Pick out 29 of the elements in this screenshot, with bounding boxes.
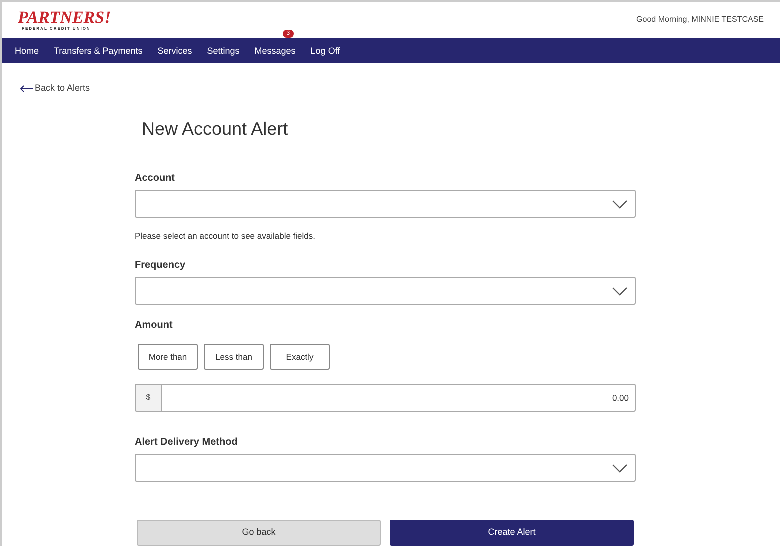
nav-link[interactable]: Transfers & Payments (54, 46, 143, 56)
logo-wordmark: PARTNERS! (18, 8, 112, 26)
chevron-down-icon (612, 200, 628, 209)
back-button[interactable]: Go back (137, 520, 381, 546)
chevron-down-icon (612, 286, 628, 296)
greeting-text: Good Morning, MINNIE TESTCASE (636, 14, 764, 26)
option-button[interactable]: More than (138, 344, 198, 370)
field-label: Frequency (135, 259, 187, 273)
option-button[interactable]: Exactly (270, 344, 330, 370)
field-label: Amount (135, 319, 174, 333)
field-label: Alert Delivery Method (135, 436, 239, 450)
nav-link[interactable]: Home (15, 46, 40, 56)
page-title: New Account Alert (142, 118, 290, 142)
nav-link[interactable]: Settings (207, 46, 240, 56)
create-button[interactable]: Create Alert (390, 520, 634, 546)
help-text: Please select an account to see available fields. (135, 230, 317, 243)
chevron-down-icon (612, 464, 628, 472)
nav-link[interactable]: Log Off (310, 46, 340, 56)
select-field[interactable] (135, 190, 636, 218)
select-field[interactable] (135, 277, 636, 305)
back-link[interactable]: Back to Alerts (20, 82, 762, 96)
amount-field[interactable]: 0.00 (162, 384, 636, 412)
option-button[interactable]: Less than (204, 344, 264, 370)
currency-prefix: $ (135, 384, 162, 412)
nav-link[interactable]: Messages (254, 46, 296, 56)
arrow-left-icon (20, 84, 34, 92)
select-field[interactable] (135, 454, 636, 482)
nav-link[interactable]: Services (158, 46, 192, 56)
field-label: Account (135, 172, 176, 186)
